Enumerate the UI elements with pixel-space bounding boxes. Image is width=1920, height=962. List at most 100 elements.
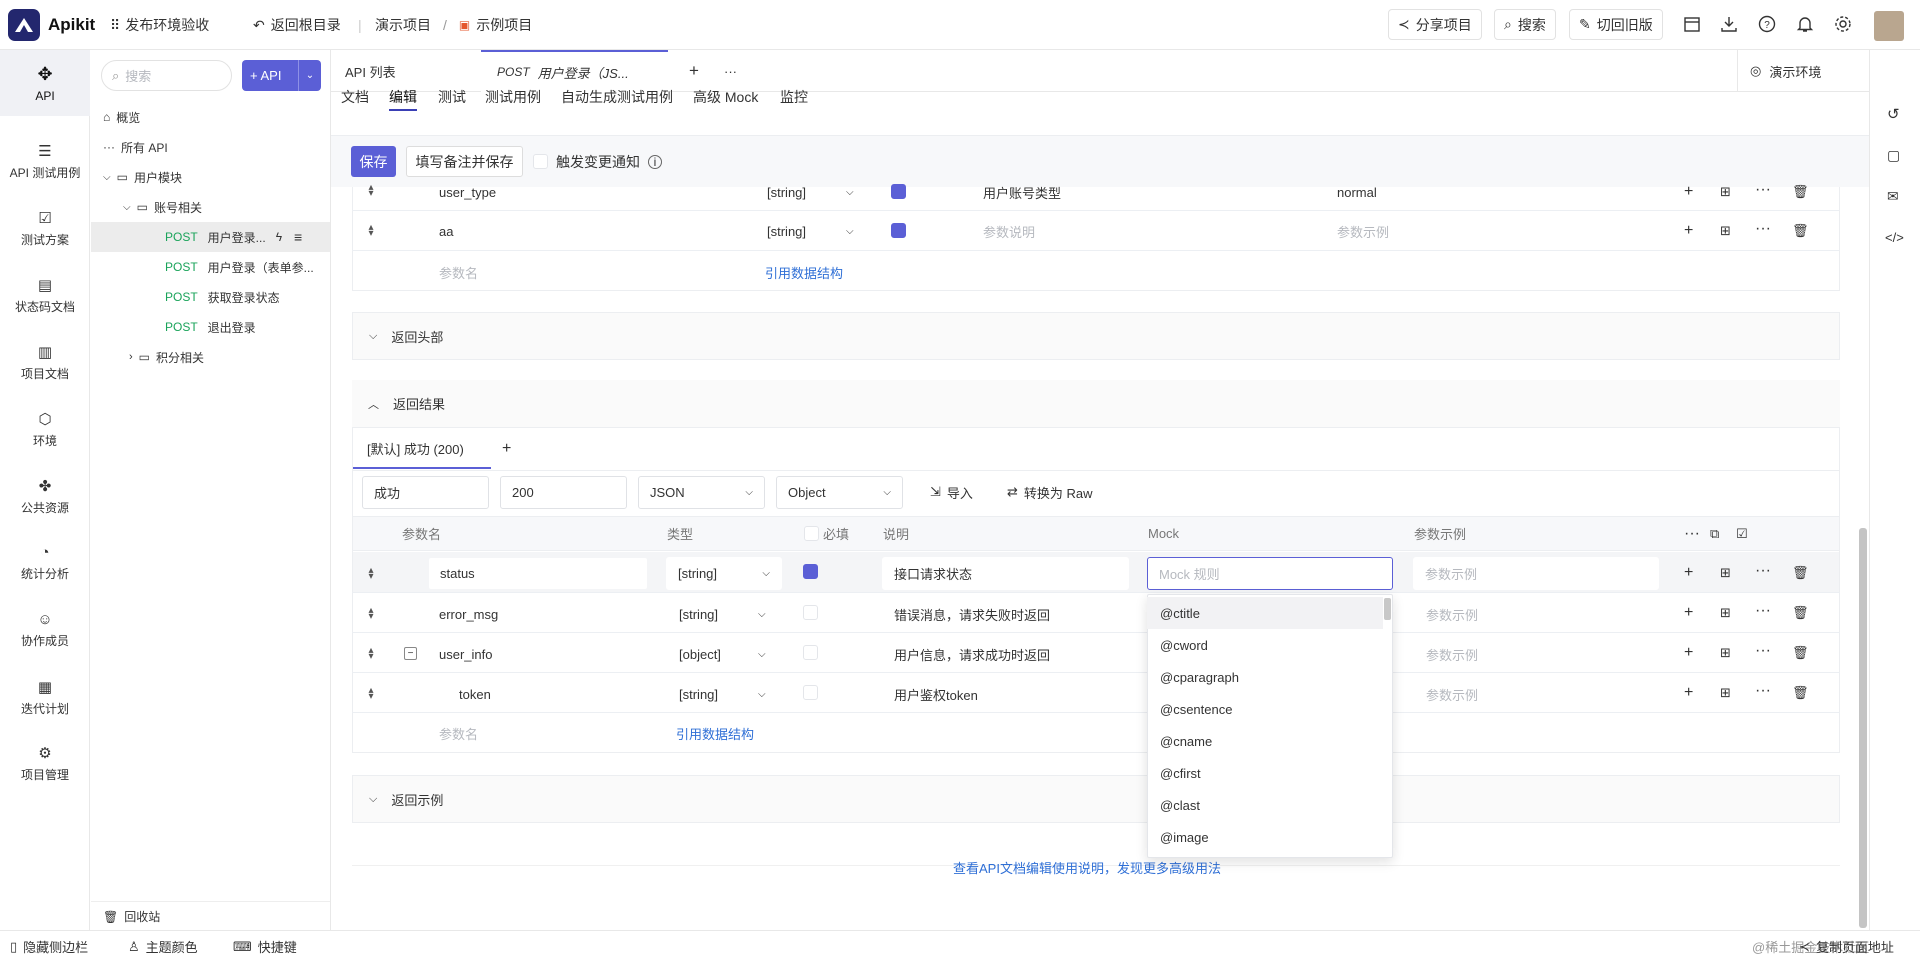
save-button[interactable]: 保存 (351, 146, 396, 177)
tree-item-all-api[interactable]: ··· 所有 API (91, 132, 330, 162)
import-button[interactable]: ⇲ 导入 (930, 482, 973, 502)
theme-color-button[interactable]: ♙ 主题颜色 (128, 931, 198, 962)
trash-icon[interactable]: 🗑︎ (1792, 223, 1809, 239)
menu-icon[interactable]: ≡ (294, 229, 302, 245)
rail-item-project-settings[interactable]: ⚙ 项目管理 (0, 730, 90, 796)
param-example[interactable]: normal (1337, 182, 1377, 202)
subtab-monitor[interactable]: 监控 (780, 87, 808, 111)
root-type-select[interactable]: Object ⌵ (776, 476, 903, 509)
edit-check-icon[interactable]: ☑ (1736, 526, 1748, 542)
param-desc[interactable]: 用户账号类型 (983, 182, 1061, 202)
reference-structure-link[interactable]: 引用数据结构 (676, 723, 754, 743)
chevron-right-icon[interactable]: › (129, 351, 133, 363)
drag-handle-icon[interactable]: ▴ ▾ (365, 646, 377, 662)
lightning-icon[interactable]: ϟ (276, 230, 282, 244)
comment-icon[interactable]: ▢ (1887, 147, 1900, 164)
convert-raw-button[interactable]: ⇄ 转换为 Raw (1007, 482, 1093, 502)
rail-item-members[interactable]: ☺ 协作成员 (0, 597, 90, 663)
more-icon[interactable]: ··· (1755, 563, 1771, 579)
add-sibling-icon[interactable]: ⊞ (1720, 605, 1731, 621)
subtab-auto-tests[interactable]: 自动生成测试用例 (561, 87, 673, 111)
back-root-button[interactable]: ↶ 返回根目录 (253, 0, 341, 50)
chevron-down-icon[interactable]: ⌵ (846, 221, 854, 241)
chevron-down-icon[interactable]: ⌵ (758, 684, 766, 704)
drag-handle-icon[interactable]: ▴ ▾ (365, 183, 377, 199)
param-desc[interactable]: 错误消息，请求失败时返回 (894, 604, 1050, 624)
add-sibling-icon[interactable]: ⊞ (1720, 184, 1731, 200)
add-sibling-icon[interactable]: ⊞ (1720, 223, 1731, 239)
tab-active-api[interactable]: POST 用户登录（JS... (481, 50, 668, 92)
required-checkbox[interactable] (803, 645, 818, 660)
add-child-icon[interactable]: + (1684, 223, 1693, 239)
breadcrumb-project-group[interactable]: 演示项目 (375, 15, 431, 35)
rail-item-project-docs[interactable]: ▥ 项目文档 (0, 329, 90, 395)
tree-api-item[interactable]: POST 用户登录（表单参... (91, 252, 330, 282)
subtab-test[interactable]: 测试 (438, 87, 466, 111)
chevron-down-icon[interactable]: ⌵ (758, 604, 766, 624)
param-type[interactable]: [string] (767, 221, 806, 241)
param-type[interactable]: [string] (767, 182, 806, 202)
chevron-down-icon[interactable]: ⌵ (758, 644, 766, 664)
notify-toggle[interactable]: 触发变更通知 i (533, 146, 662, 177)
page-scrollbar[interactable] (1859, 528, 1867, 928)
new-param-name-input[interactable]: 参数名 (439, 723, 478, 743)
bell-icon[interactable] (1795, 14, 1817, 36)
mock-option[interactable]: @clast (1147, 789, 1392, 821)
response-results-section[interactable]: ︿ 返回结果 (352, 380, 1840, 428)
param-desc-input[interactable]: 接口请求状态 (882, 557, 1129, 590)
tree-api-item[interactable]: POST 获取登录状态 (91, 282, 330, 312)
mock-option[interactable]: @ctitle (1147, 597, 1383, 629)
chevron-down-icon[interactable]: ⌄ (298, 60, 321, 91)
trash-icon[interactable]: 🗑︎ (1792, 645, 1809, 661)
add-child-icon[interactable]: + (1684, 645, 1693, 661)
param-type-select[interactable]: [string] ⌵ (666, 557, 782, 590)
required-checkbox[interactable] (891, 223, 906, 238)
add-api-button[interactable]: + API ⌄ (242, 60, 321, 91)
brand[interactable]: Apikit (8, 0, 95, 50)
rail-item-api[interactable]: ✥ API (0, 50, 90, 116)
required-all-checkbox[interactable] (804, 526, 819, 541)
trash-icon[interactable]: 🗑︎ (1792, 605, 1809, 621)
add-response-tab-button[interactable]: + (502, 440, 511, 458)
env-check-button[interactable]: ⠿ 发布环境验收 (110, 0, 209, 50)
chevron-down-icon[interactable]: ⌵ (123, 202, 131, 213)
chevron-down-icon[interactable]: ⌵ (846, 182, 854, 202)
param-name-input[interactable]: status (428, 557, 648, 590)
param-desc[interactable]: 用户鉴权token (894, 684, 978, 704)
calendar-icon[interactable] (1682, 14, 1704, 36)
chevron-down-icon[interactable]: ⌵ (369, 793, 377, 806)
add-child-icon[interactable]: + (1684, 565, 1693, 581)
breadcrumb-project[interactable]: 示例项目 (476, 15, 532, 35)
param-type[interactable]: [string] (679, 684, 718, 704)
param-name[interactable]: aa (439, 221, 453, 241)
help-icon[interactable]: ? (1757, 14, 1779, 36)
trash-icon[interactable]: 🗑︎ (1792, 685, 1809, 701)
more-icon[interactable]: ··· (1755, 683, 1771, 699)
chevron-up-icon[interactable]: ︿ (368, 396, 379, 412)
drag-handle-icon[interactable]: ▴ ▾ (365, 686, 377, 702)
param-example[interactable]: 参数示例 (1426, 644, 1478, 664)
tab-api-list[interactable]: API 列表 (345, 50, 396, 92)
hide-sidebar-button[interactable]: ▯ 隐藏侧边栏 (10, 931, 88, 962)
tabs-more-button[interactable]: ··· (724, 50, 737, 92)
subtab-docs[interactable]: 文档 (341, 87, 369, 111)
response-name-input[interactable]: 成功 (362, 476, 489, 509)
share-button[interactable]: ≺ 分享项目 (1388, 9, 1482, 40)
param-type[interactable]: [string] (679, 604, 718, 624)
drag-handle-icon[interactable]: ▴ ▾ (365, 566, 377, 582)
rail-item-shared-resources[interactable]: ✤ 公共资源 (0, 463, 90, 529)
param-example[interactable]: 参数示例 (1337, 221, 1389, 241)
subtab-test-cases[interactable]: 测试用例 (485, 87, 541, 111)
more-icon[interactable]: ··· (1684, 526, 1700, 542)
trash-icon[interactable]: 🗑︎ (1792, 565, 1809, 581)
copy-icon[interactable]: ⧉ (1710, 526, 1719, 542)
reference-structure-link[interactable]: 引用数据结构 (765, 262, 843, 282)
rail-item-status-codes[interactable]: ▤ 状态码文档 (0, 262, 90, 328)
mail-icon[interactable]: ✉ (1887, 188, 1899, 205)
tree-search-input[interactable]: ⌕ 搜索 (101, 60, 232, 91)
param-name[interactable]: token (459, 684, 491, 704)
shortcuts-button[interactable]: ⌨ 快捷键 (233, 931, 297, 962)
param-desc[interactable]: 用户信息，请求成功时返回 (894, 644, 1050, 664)
add-sibling-icon[interactable]: ⊞ (1720, 645, 1731, 661)
tree-api-item[interactable]: POST 退出登录 (91, 312, 330, 342)
